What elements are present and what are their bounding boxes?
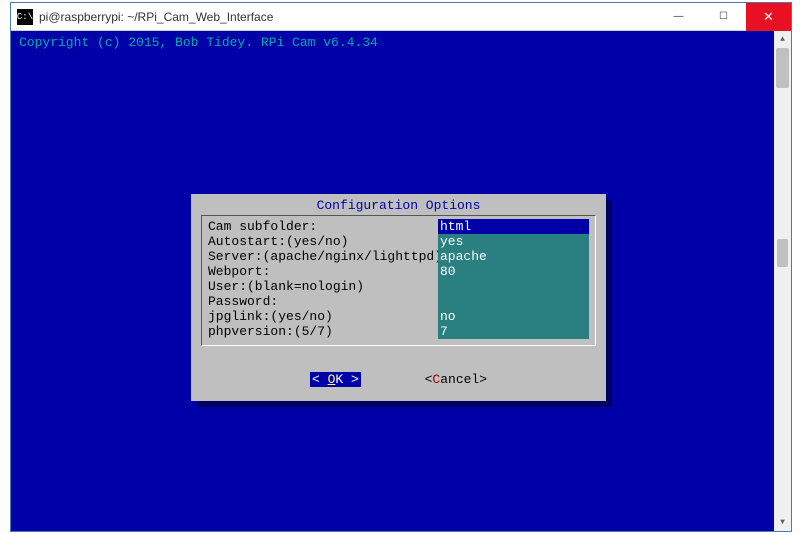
config-field-row[interactable]: User:(blank=nologin) [208, 279, 589, 294]
app-icon: C:\ [17, 9, 33, 25]
minimize-button[interactable]: — [656, 3, 701, 31]
dialog-buttons: < OK > <Cancel> [201, 372, 596, 387]
dialog-title: Configuration Options [201, 198, 596, 213]
field-value[interactable]: yes [438, 234, 589, 249]
field-label: phpversion:(5/7) [208, 324, 438, 339]
config-field-row[interactable]: Password: [208, 294, 589, 309]
config-field-row[interactable]: Server:(apache/nginx/lighttpd)apache [208, 249, 589, 264]
field-label: Webport: [208, 264, 438, 279]
terminal-area[interactable]: Copyright (c) 2015, Bob Tidey. RPi Cam v… [11, 31, 791, 531]
config-field-row[interactable]: Cam subfolder:html [208, 219, 589, 234]
copyright-line: Copyright (c) 2015, Bob Tidey. RPi Cam v… [19, 35, 783, 50]
scroll-up-icon[interactable]: ▲ [774, 31, 791, 48]
config-field-row[interactable]: jpglink:(yes/no)no [208, 309, 589, 324]
field-value[interactable]: no [438, 309, 589, 324]
scrollbar-thumb[interactable] [777, 239, 788, 267]
field-value[interactable]: 7 [438, 324, 589, 339]
field-value[interactable]: html [438, 219, 589, 234]
scrollbar-thumb[interactable] [776, 48, 789, 88]
window-title: pi@raspberrypi: ~/RPi_Cam_Web_Interface [39, 10, 656, 24]
terminal-window: C:\ pi@raspberrypi: ~/RPi_Cam_Web_Interf… [10, 2, 792, 532]
cancel-button[interactable]: <Cancel> [425, 372, 487, 387]
config-field-row[interactable]: Autostart:(yes/no)yes [208, 234, 589, 249]
config-field-row[interactable]: Webport:80 [208, 264, 589, 279]
close-button[interactable]: ✕ [746, 3, 791, 31]
field-value[interactable] [438, 294, 589, 309]
config-field-row[interactable]: phpversion:(5/7)7 [208, 324, 589, 339]
field-label: Server:(apache/nginx/lighttpd) [208, 249, 438, 264]
window-controls: — ☐ ✕ [656, 3, 791, 31]
field-value[interactable] [438, 279, 589, 294]
field-value[interactable]: 80 [438, 264, 589, 279]
field-label: User:(blank=nologin) [208, 279, 438, 294]
titlebar[interactable]: C:\ pi@raspberrypi: ~/RPi_Cam_Web_Interf… [11, 3, 791, 31]
vertical-scrollbar[interactable]: ▲ ▼ [774, 31, 791, 531]
field-label: Autostart:(yes/no) [208, 234, 438, 249]
field-label: Cam subfolder: [208, 219, 438, 234]
ok-button[interactable]: < OK > [310, 372, 361, 387]
config-dialog: Configuration Options Cam subfolder:html… [191, 194, 606, 401]
scroll-down-icon[interactable]: ▼ [774, 514, 791, 531]
field-box: Cam subfolder:htmlAutostart:(yes/no)yesS… [201, 215, 596, 346]
field-label: jpglink:(yes/no) [208, 309, 438, 324]
maximize-button[interactable]: ☐ [701, 3, 746, 31]
field-value[interactable]: apache [438, 249, 589, 264]
field-label: Password: [208, 294, 438, 309]
